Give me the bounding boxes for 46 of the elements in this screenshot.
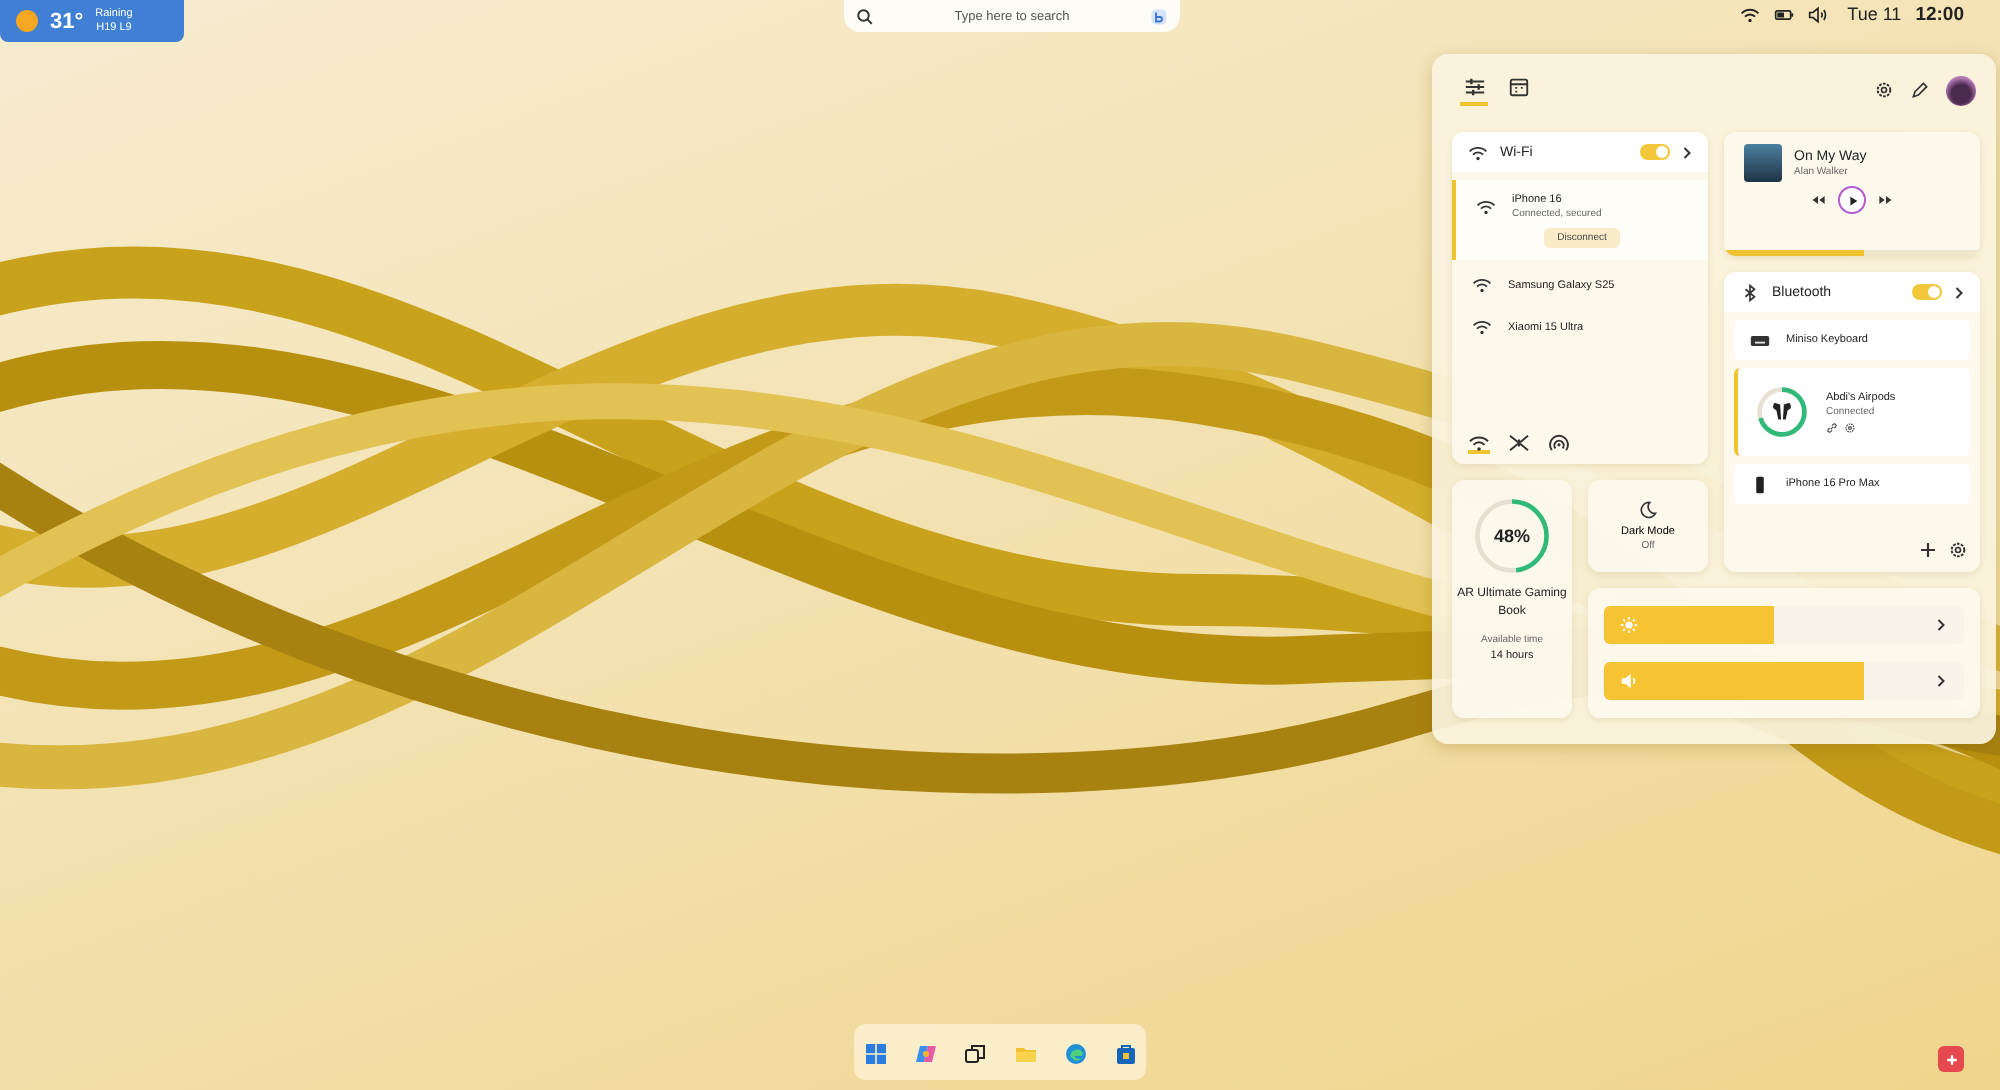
- date[interactable]: Tue 11: [1847, 4, 1902, 24]
- bluetooth-icon: [1740, 283, 1760, 301]
- task-view-icon[interactable]: [963, 1040, 987, 1064]
- chevron-icon[interactable]: [1936, 674, 1946, 688]
- album-art-placeholder: [1744, 144, 1782, 182]
- wifi-icon[interactable]: [1739, 5, 1760, 23]
- chevron-icon[interactable]: [1954, 285, 1964, 299]
- settings-icon[interactable]: [1948, 540, 1968, 560]
- moon-icon: [1638, 500, 1658, 520]
- keyboard-icon: [1750, 331, 1770, 349]
- pencil-icon[interactable]: [1910, 80, 1930, 100]
- battery-icon[interactable]: [1773, 5, 1794, 23]
- clock[interactable]: 12:00: [1915, 3, 1964, 25]
- wifi-icon: [1476, 198, 1496, 216]
- battery-ring: [1754, 384, 1810, 440]
- brightness-slider[interactable]: [1604, 606, 1964, 644]
- speaker-icon: [1620, 672, 1638, 690]
- store-icon[interactable]: [1113, 1040, 1137, 1064]
- wifi-icon: [1468, 143, 1488, 161]
- chevron-icon[interactable]: [1682, 145, 1692, 159]
- link-icon[interactable]: [1826, 421, 1838, 433]
- settings-icon[interactable]: [1844, 421, 1856, 433]
- wifi-toggle[interactable]: [1640, 144, 1670, 160]
- play-button[interactable]: [1838, 186, 1866, 214]
- next-icon[interactable]: [1878, 194, 1894, 206]
- wifi-icon: [1472, 276, 1492, 294]
- play-icon: [1845, 193, 1859, 207]
- speaker-icon[interactable]: [1807, 5, 1828, 23]
- avatar[interactable]: [1946, 75, 1976, 105]
- wifi-icon: [1472, 318, 1492, 336]
- battery-percentage: 48%: [1493, 526, 1530, 546]
- previous-icon[interactable]: [1810, 194, 1826, 206]
- temperature: 31°: [50, 9, 84, 33]
- app-icon[interactable]: [1938, 1046, 1964, 1072]
- bluetooth-toggle[interactable]: [1912, 284, 1942, 300]
- start-icon[interactable]: [863, 1040, 887, 1064]
- controls-tab[interactable]: [1460, 74, 1488, 106]
- battery-ring: [1472, 496, 1552, 576]
- sun-icon: [1620, 616, 1638, 634]
- chevron-icon[interactable]: [1936, 618, 1946, 632]
- settings-icon[interactable]: [1874, 80, 1894, 100]
- add-icon[interactable]: [1920, 542, 1936, 558]
- phone-icon: [1750, 475, 1770, 493]
- volume-slider[interactable]: [1604, 662, 1964, 700]
- browser-icon[interactable]: [1063, 1040, 1087, 1064]
- sun-icon: [16, 10, 38, 32]
